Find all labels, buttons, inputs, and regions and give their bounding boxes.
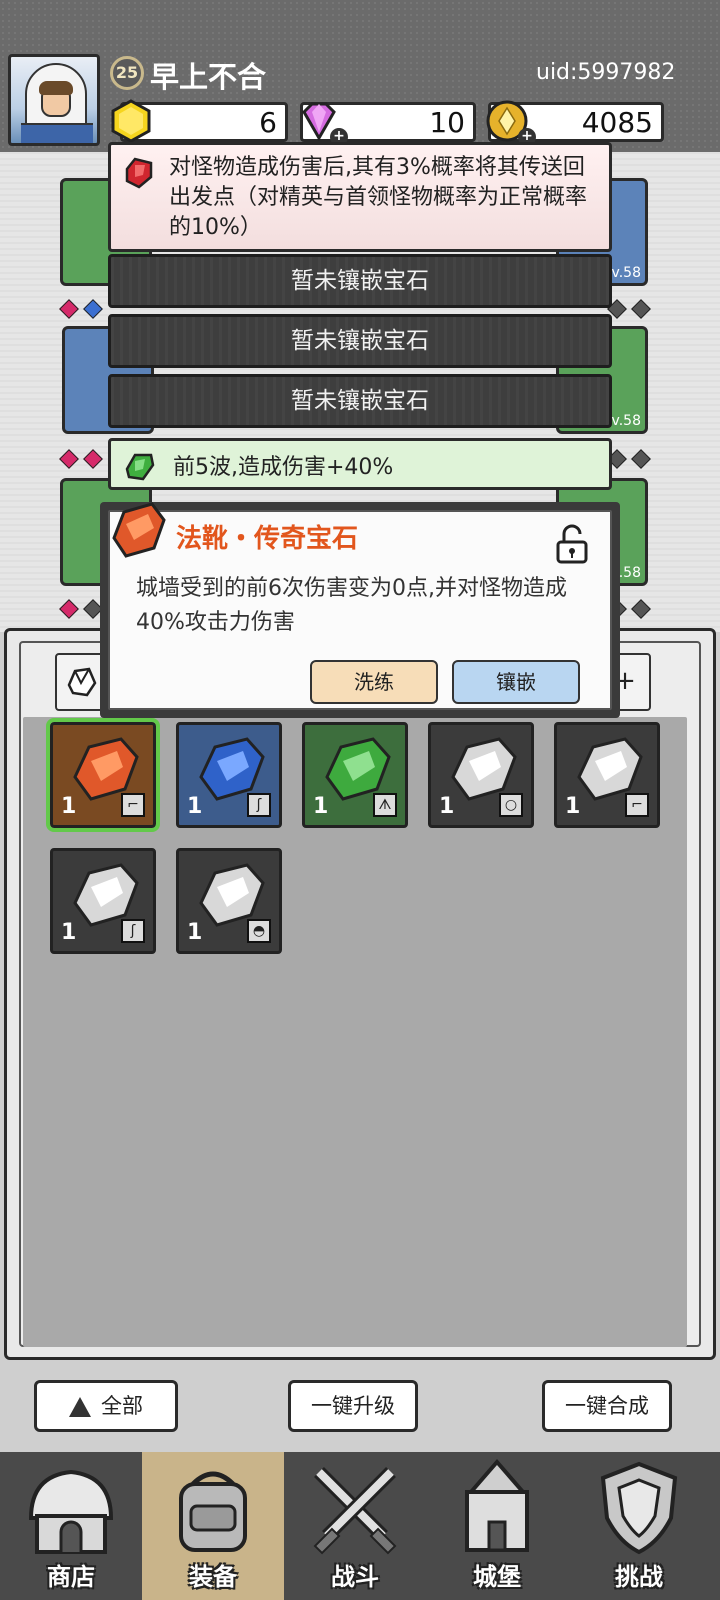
crossed-swords-icon [313,1467,397,1555]
triangle-up-icon [69,1397,91,1417]
shop-icon [28,1469,114,1554]
nav-challenge[interactable]: 挑战 [568,1452,710,1600]
filter-all-label: 全部 [101,1394,143,1418]
gem-detail-popup: 法靴・传奇宝石 城墙受到的前6次伤害变为0点,并对怪物造成40%攻击力伤害 洗练… [100,502,620,718]
staff-icon: ʃ [121,919,145,943]
popup-title: 法靴・传奇宝石 [176,524,359,554]
gem-slot-green-text: 前5波,造成伤害+40% [173,455,394,480]
popup-description: 城墙受到的前6次伤害变为0点,并对怪物造成40%攻击力伤害 [136,576,567,635]
nav-shop[interactable]: 商店 [0,1452,142,1600]
staff-icon: ʃ [247,793,271,817]
gem-slot-red[interactable]: 对怪物造成伤害后,其有3%概率将其传送回出发点（对精英与首领怪物概率为正常概率的… [108,142,612,252]
gem-slot-green[interactable]: 前5波,造成伤害+40% [108,438,612,490]
merge-all-button[interactable]: 一键合成 [542,1380,672,1432]
nav-battle[interactable]: 战斗 [284,1452,426,1600]
nav-castle[interactable]: 城堡 [426,1452,568,1600]
nav-shop-label: 商店 [47,1563,95,1591]
gem-slot-empty-3[interactable]: 暂未镶嵌宝石 [108,374,612,428]
shield-icon [600,1461,678,1555]
yellow-hexagon-icon [111,99,151,143]
reforge-button[interactable]: 洗练 [310,660,438,704]
boot-icon: ⌐ [121,793,145,817]
gem-count: 1 [187,794,203,819]
gem-item-white[interactable]: 1 ⌐ [554,722,660,828]
boot-icon: ⌐ [625,793,649,817]
gem-item-white[interactable]: 1 ◓ [176,848,282,954]
gem-count: 1 [61,794,77,819]
gem-count: 1 [565,794,581,819]
gem-item-white[interactable]: 1 ʃ [50,848,156,954]
nav-equipment-label: 装备 [189,1563,237,1591]
gem-count: 1 [439,794,455,819]
red-gem-icon [125,157,153,189]
inlay-button[interactable]: 镶嵌 [452,660,580,704]
gem-value: 10 [429,106,465,139]
player-avatar[interactable] [8,54,100,146]
player-uid: uid:5997982 [536,60,676,85]
gem-item-green[interactable]: 1 ᗑ [302,722,408,828]
nav-castle-label: 城堡 [473,1563,521,1591]
gem-item-blue[interactable]: 1 ʃ [176,722,282,828]
ring-icon: ○ [499,793,523,817]
player-name: 早上不合 [150,60,267,94]
filter-all-button[interactable]: 全部 [34,1380,178,1432]
backpack-icon [179,1471,247,1552]
nav-challenge-label: 挑战 [615,1563,663,1591]
crystal-icon [67,667,97,697]
helmet-icon: ◓ [247,919,271,943]
nav-battle-label: 战斗 [331,1563,379,1591]
gem-count: 1 [313,794,329,819]
upgrade-all-button[interactable]: 一键升级 [288,1380,418,1432]
castle-icon [465,1458,529,1552]
green-gem-icon [125,453,155,481]
top-header: 25 早上不合 uid:5997982 6 10 + 4085 + [0,0,720,152]
unlock-icon[interactable] [554,524,590,564]
gem-item-orange[interactable]: 1 ⌐ [46,718,160,832]
nav-equipment[interactable]: 装备 [142,1452,284,1600]
orange-gem-icon [112,502,166,558]
gem-slot-red-text: 对怪物造成伤害后,其有3%概率将其传送回出发点（对精英与首领怪物概率为正常概率的… [169,155,588,240]
player-level-badge: 25 [110,56,144,90]
gem-count: 1 [187,920,203,945]
gem-slot-empty-2[interactable]: 暂未镶嵌宝石 [108,314,612,368]
gem-slot-empty-1[interactable]: 暂未镶嵌宝石 [108,254,612,308]
gem-count: 1 [61,920,77,945]
gem-item-white[interactable]: 1 ○ [428,722,534,828]
coin-value: 6 [259,106,277,139]
gold-value: 4085 [581,106,653,139]
bottom-nav: 商店 装备 战斗 城堡 挑战 [0,1452,720,1600]
armor-icon: ᗑ [373,793,397,817]
